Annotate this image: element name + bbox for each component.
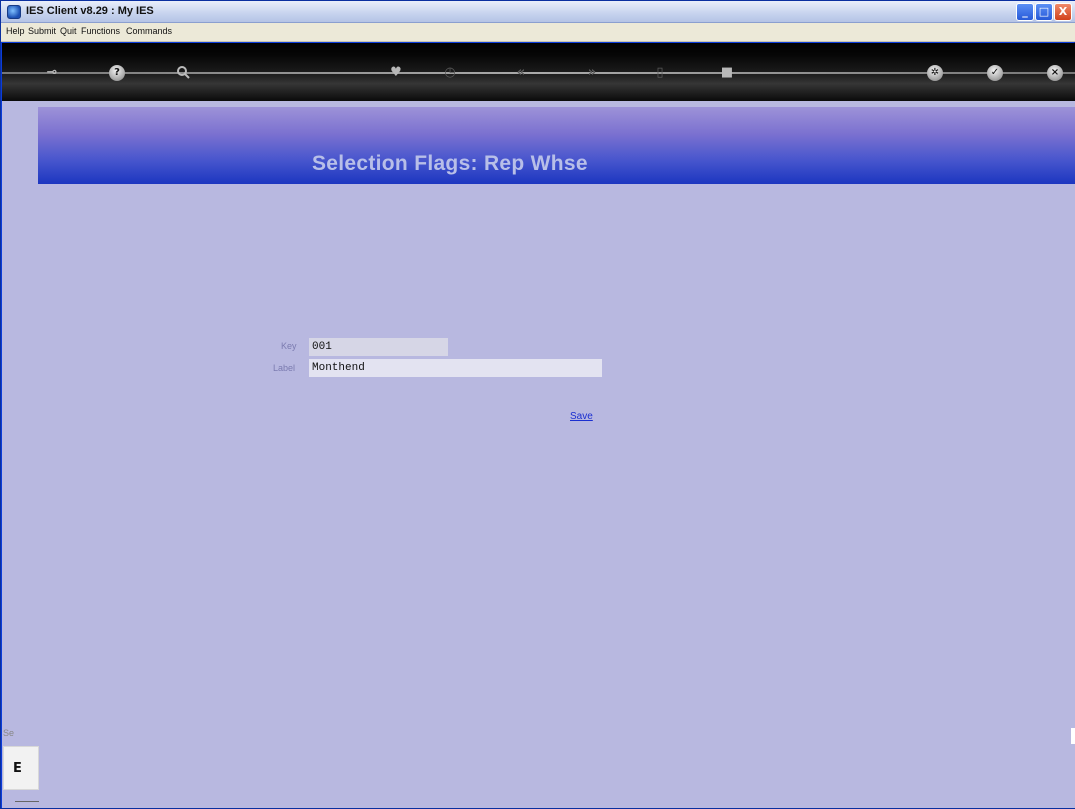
menu-bar: Help Submit Quit Functions Commands [1,23,1075,42]
key-icon[interactable]: ⊸ [35,65,69,81]
title-bar[interactable]: IES Client v8.29 : My IES _ □ X [1,1,1075,23]
rewind-icon[interactable]: « [513,65,529,81]
toolbar-divider [2,72,1075,74]
label-label: Label [273,363,296,373]
key-label: Key [281,341,297,351]
heart-icon[interactable]: ♥ [388,65,404,81]
help-icon[interactable]: ? [109,65,125,81]
label-field[interactable] [309,359,602,377]
right-edge-mark [1071,728,1075,744]
search-icon[interactable] [175,65,191,81]
document-icon[interactable]: ▯ [652,65,668,81]
ok-icon[interactable]: ✓ [987,65,1003,81]
menu-functions[interactable]: Functions [81,26,120,36]
close-button[interactable]: X [1054,3,1072,21]
save-link[interactable]: Save [570,411,593,422]
cancel-icon[interactable]: × [1047,65,1063,81]
app-icon [7,5,21,19]
minimize-button[interactable]: _ [1016,3,1034,21]
forward-icon[interactable]: » [584,65,600,81]
menu-quit[interactable]: Quit [60,26,77,36]
toolbar: ⊸ ? ♥ ◷ « » ▯ ■ ✲ ✓ × [2,43,1075,101]
page-banner: Selection Flags: Rep Whse [38,107,1075,184]
clock-icon[interactable]: ◷ [442,65,458,81]
stop-icon[interactable]: ■ [719,65,735,81]
window-title: IES Client v8.29 : My IES [26,5,154,17]
settings-icon[interactable]: ✲ [927,65,943,81]
menu-help[interactable]: Help [6,26,25,36]
status-divider [15,801,39,802]
main-content: Selection Flags: Rep Whse Key Label Save… [2,101,1075,808]
menu-submit[interactable]: Submit [28,26,56,36]
page-title: Selection Flags: Rep Whse [312,152,588,175]
app-window: IES Client v8.29 : My IES _ □ X Help Sub… [0,0,1075,809]
key-field[interactable] [309,338,448,356]
status-cell: E [3,746,39,790]
status-fragment: Se [3,728,15,738]
menu-commands[interactable]: Commands [126,26,172,36]
status-cell-text: E [13,761,22,776]
maximize-button[interactable]: □ [1035,3,1053,21]
